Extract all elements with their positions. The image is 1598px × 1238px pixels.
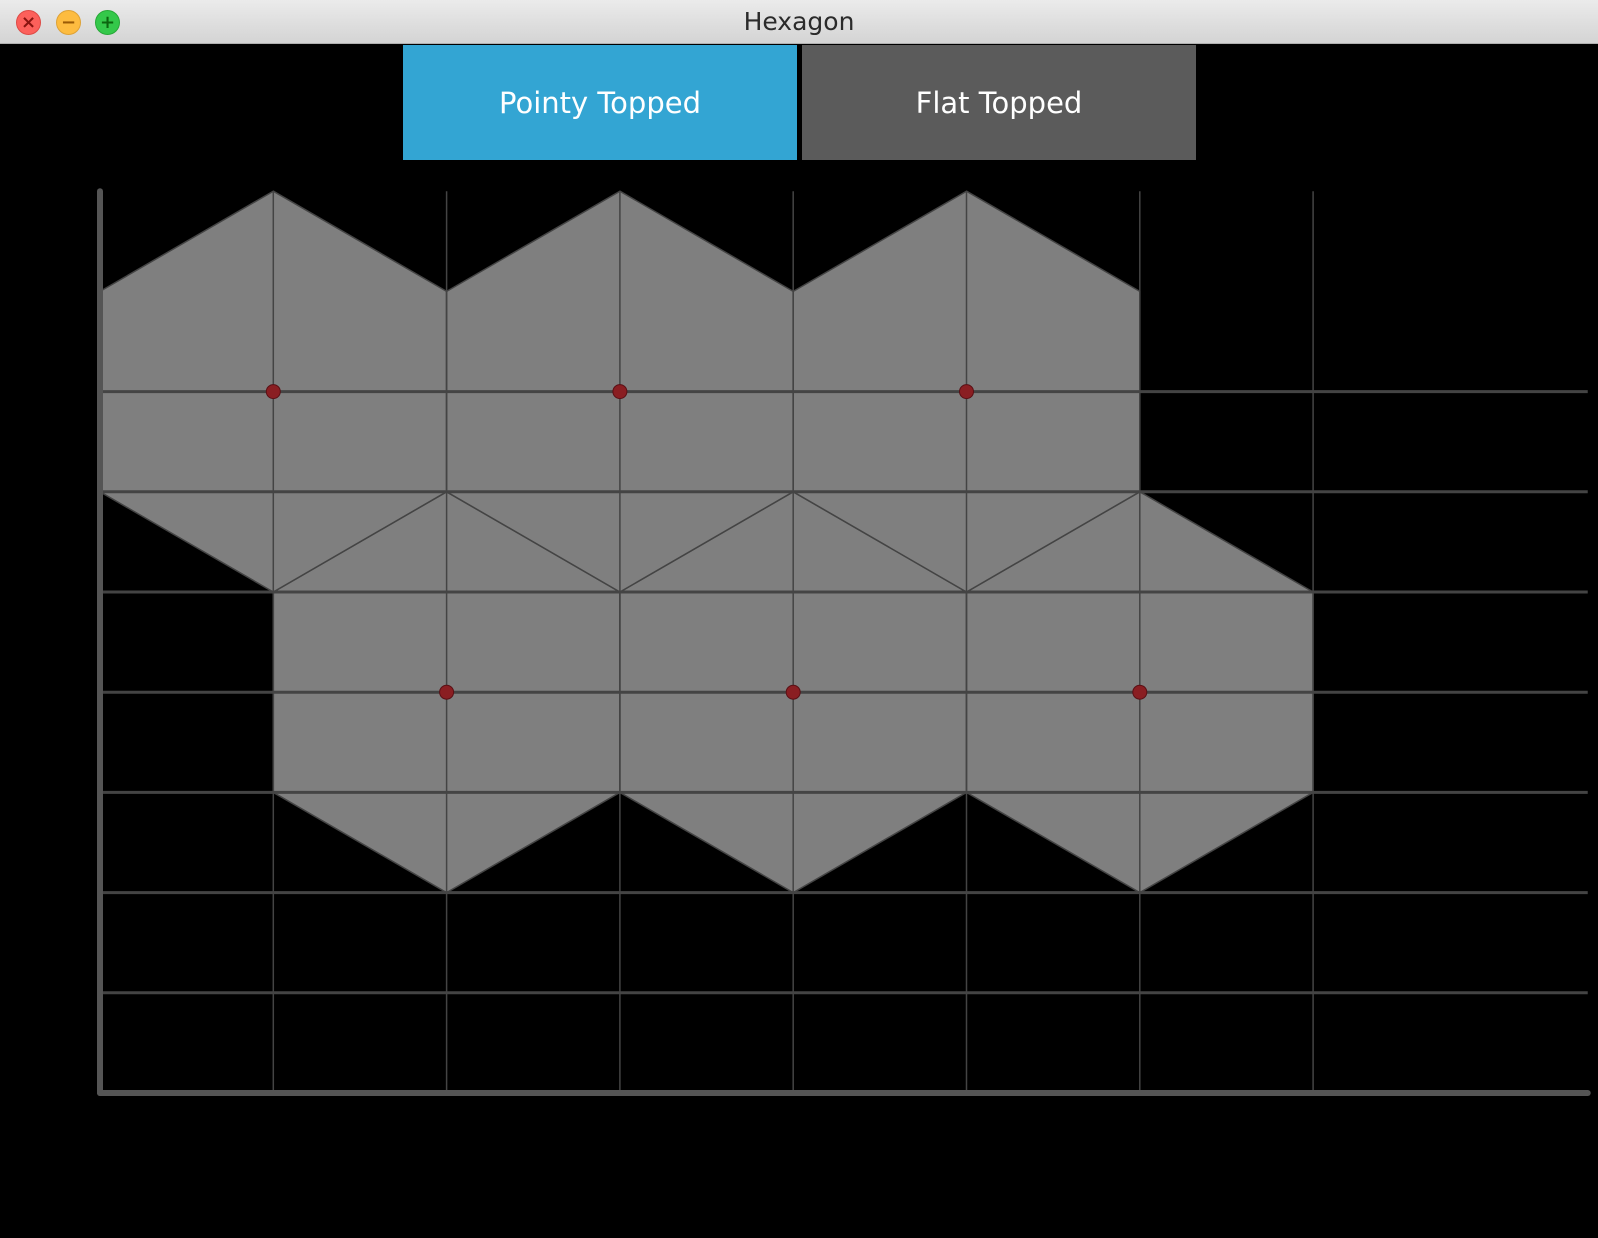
hex-center-marker: [1132, 684, 1148, 700]
hexagon-layer: [99, 190, 1314, 894]
main-content: Pointy Topped Flat Topped: [0, 44, 1598, 1238]
hex-center-marker: [439, 684, 455, 700]
hex-center-marker: [265, 384, 281, 400]
title-bar: × − + Hexagon: [0, 0, 1598, 44]
hex-center-marker: [612, 384, 628, 400]
hex-center-marker: [959, 384, 974, 400]
hex-grid-board[interactable]: [0, 44, 1598, 1238]
hex-center-marker: [785, 684, 801, 700]
window-title: Hexagon: [743, 7, 855, 36]
